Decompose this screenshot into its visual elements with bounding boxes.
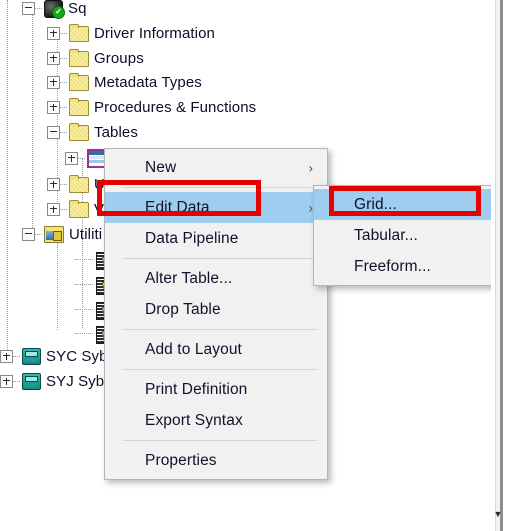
tree-expand-icon[interactable] (0, 375, 13, 388)
menu-item[interactable]: Alter Table... (105, 263, 327, 294)
menu-item[interactable]: Properties (105, 445, 327, 476)
tree-node-label: SYJ Syba (46, 373, 113, 390)
tree-collapse-icon[interactable] (47, 126, 60, 139)
menu-item-label: Print Definition (145, 380, 248, 398)
tree-node-label: Procedures & Functions (94, 99, 257, 116)
menu-item-label: New (145, 158, 177, 176)
submenu-arrow-icon: › (308, 160, 313, 175)
tree-expand-icon[interactable] (47, 101, 60, 114)
tree-connector (75, 283, 93, 286)
menu-item[interactable]: Edit Data › (105, 192, 327, 223)
menu-item-label: Add to Layout (145, 340, 242, 358)
folder-icon (69, 72, 89, 91)
submenu-item-label: Grid... (354, 195, 397, 213)
menu-separator (123, 369, 317, 370)
menu-item[interactable]: Print Definition (105, 374, 327, 405)
menu-item[interactable]: Data Pipeline (105, 223, 327, 254)
tree-connector (75, 258, 93, 261)
tree-connector (35, 7, 42, 10)
tree-node-label: Tables (94, 124, 138, 141)
menu-separator (123, 440, 317, 441)
tree-node-label: V (94, 201, 105, 218)
vertical-scrollbar[interactable]: ▼ (491, 0, 507, 531)
tree-connector (60, 183, 67, 186)
tree-node[interactable]: U (0, 172, 105, 197)
tree-connector (35, 233, 42, 236)
table-context-menu[interactable]: New › Edit Data › Data Pipeline Alter Table..… (104, 148, 328, 480)
tree-node-label: U (94, 176, 105, 193)
folder-icon (69, 174, 89, 193)
submenu-item[interactable]: Grid... (314, 189, 500, 220)
tree-connector (60, 131, 67, 134)
tree-connector (13, 380, 20, 383)
tree-expand-icon[interactable] (47, 27, 60, 40)
tree-node[interactable] (0, 146, 118, 171)
tree-expand-icon[interactable] (47, 178, 60, 191)
tree-expand-icon[interactable] (47, 76, 60, 89)
tree-node-label: Sq (68, 0, 87, 17)
tree-node[interactable]: Driver Information (0, 21, 215, 46)
menu-item-label: Data Pipeline (145, 229, 239, 247)
folder-icon (69, 97, 89, 116)
menu-item-label: Edit Data (145, 198, 210, 216)
folder-icon (69, 23, 89, 42)
menu-item-label: Alter Table... (145, 269, 233, 287)
tree-connector (60, 57, 67, 60)
tree-node-label: Groups (94, 50, 144, 67)
utilities-folder-icon (44, 226, 64, 243)
tree-connector (78, 157, 85, 160)
submenu-item[interactable]: Freeform... (314, 251, 500, 282)
tree-collapse-icon[interactable] (22, 2, 35, 15)
database-connected-icon: ✓ (44, 0, 65, 19)
tree-node[interactable]: SYC Syb (0, 344, 108, 369)
tree-node[interactable]: ✓ Sq (0, 0, 87, 21)
tree-connector (60, 208, 67, 211)
tree-node-label: SYC Syb (46, 348, 108, 365)
submenu-item-label: Tabular... (354, 226, 418, 244)
menu-separator (123, 258, 317, 259)
folder-icon (69, 48, 89, 67)
server-icon (22, 348, 41, 365)
scrollbar-down-arrow-icon[interactable]: ▼ (493, 509, 503, 519)
menu-item-label: Export Syntax (145, 411, 243, 429)
tree-connector (75, 332, 93, 335)
tree-connector (13, 355, 20, 358)
tree-node[interactable]: Metadata Types (0, 70, 202, 95)
tree-connector (60, 106, 67, 109)
tree-node[interactable]: Tables (0, 120, 138, 145)
tree-collapse-icon[interactable] (22, 228, 35, 241)
tree-node[interactable]: Procedures & Functions (0, 95, 256, 120)
tree-expand-icon[interactable] (47, 52, 60, 65)
tree-connector (60, 81, 67, 84)
tree-node[interactable]: V (0, 197, 104, 222)
edit-data-submenu[interactable]: Grid... Tabular... Freeform... (313, 185, 501, 286)
folder-icon (69, 122, 89, 141)
menu-item-label: Drop Table (145, 300, 221, 318)
menu-separator (123, 329, 317, 330)
menu-item[interactable]: Drop Table (105, 294, 327, 325)
tree-connector (75, 308, 93, 311)
menu-item[interactable]: New › (105, 152, 327, 183)
submenu-item-label: Freeform... (354, 257, 431, 275)
tree-node[interactable]: Groups (0, 46, 144, 71)
tree-node[interactable]: SYJ Syba (0, 369, 113, 394)
server-icon (22, 373, 41, 390)
tree-node-label: Utiliti (69, 226, 103, 243)
menu-item-label: Properties (145, 451, 217, 469)
tree-expand-icon[interactable] (47, 203, 60, 216)
scrollbar-thumb[interactable] (500, 0, 503, 531)
tree-expand-icon[interactable] (65, 152, 78, 165)
menu-item[interactable]: Add to Layout (105, 334, 327, 365)
menu-item[interactable]: Export Syntax (105, 405, 327, 436)
tree-node[interactable]: Utiliti (0, 222, 102, 247)
submenu-item[interactable]: Tabular... (314, 220, 500, 251)
tree-node-label: Metadata Types (94, 74, 202, 91)
tree-connector (60, 32, 67, 35)
tree-node-label: Driver Information (94, 25, 216, 42)
tree-expand-icon[interactable] (0, 350, 13, 363)
menu-separator (123, 187, 317, 188)
folder-icon (69, 199, 89, 218)
